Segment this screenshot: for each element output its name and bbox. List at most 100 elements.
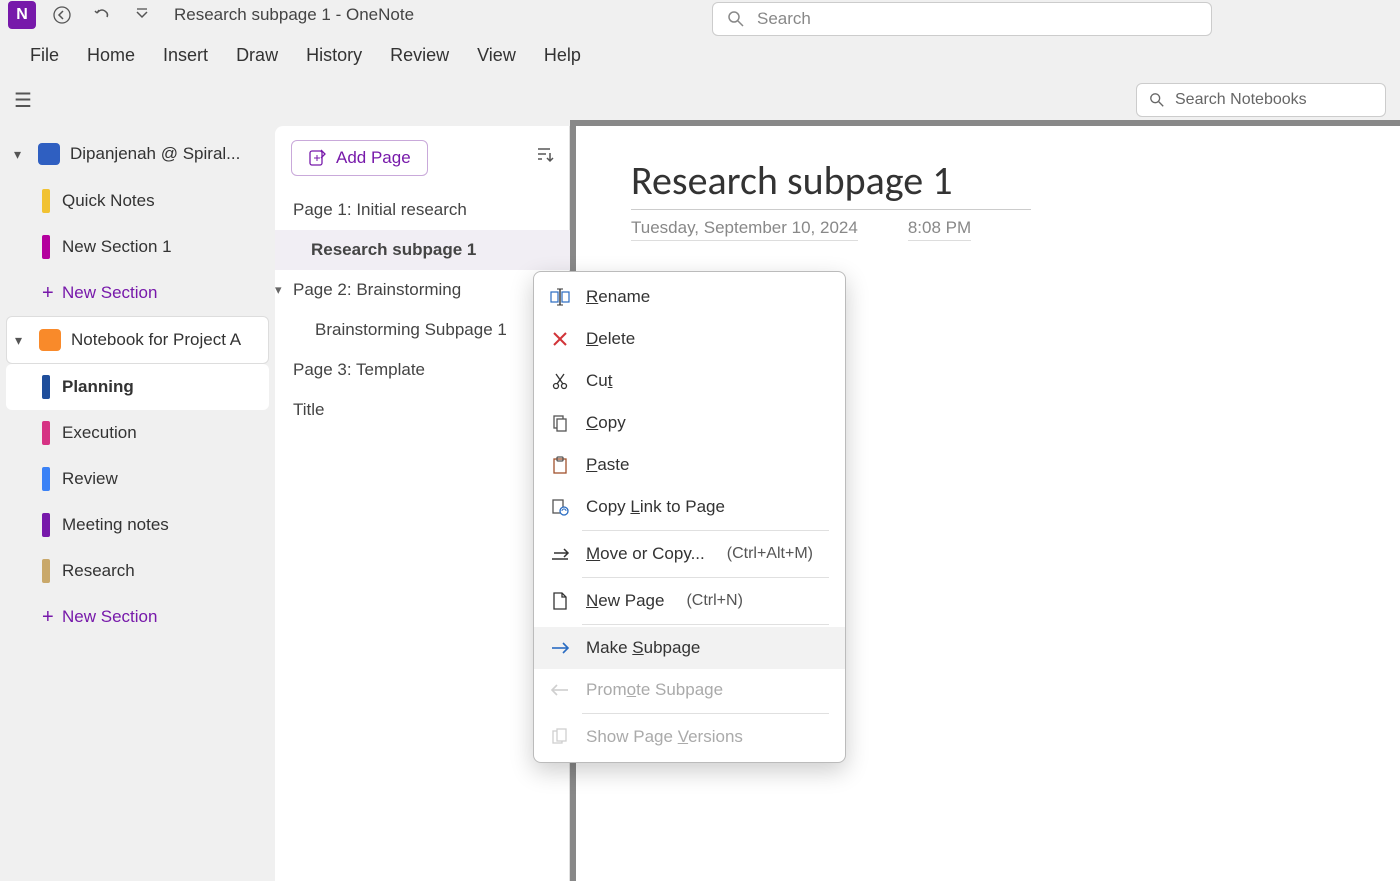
app-icon: N bbox=[8, 1, 36, 29]
add-page-label: Add Page bbox=[336, 148, 411, 168]
newpage-icon bbox=[550, 591, 570, 611]
menu-history[interactable]: History bbox=[306, 45, 362, 66]
context-menu-shortcut: (Ctrl+Alt+M) bbox=[727, 545, 813, 563]
new-section-label: New Section bbox=[62, 607, 157, 627]
menu-view[interactable]: View bbox=[477, 45, 516, 66]
global-search[interactable]: Search bbox=[712, 2, 1212, 36]
notebook-item[interactable]: ▾ Notebook for Project A bbox=[6, 316, 269, 364]
context-menu-label: Delete bbox=[586, 329, 635, 349]
context-menu-item: Show Page Versions bbox=[534, 716, 845, 758]
page-date[interactable]: Tuesday, September 10, 2024 bbox=[631, 218, 858, 241]
context-menu: Rename Delete Cut Copy Paste Copy Link to Pag… bbox=[533, 271, 846, 763]
section-item[interactable]: Meeting notes bbox=[6, 502, 269, 548]
search-notebooks-placeholder: Search Notebooks bbox=[1175, 91, 1307, 109]
global-search-placeholder: Search bbox=[757, 9, 811, 29]
section-item[interactable]: New Section 1 bbox=[6, 224, 269, 270]
page-item[interactable]: Research subpage 1 bbox=[275, 230, 570, 270]
section-item[interactable]: Quick Notes bbox=[6, 178, 269, 224]
context-menu-shortcut: (Ctrl+N) bbox=[686, 592, 742, 610]
copy-icon bbox=[550, 413, 570, 433]
notebook-item[interactable]: ▾ Dipanjenah @ Spiral... bbox=[6, 130, 269, 178]
add-page-icon bbox=[308, 149, 326, 167]
section-item[interactable]: Research bbox=[6, 548, 269, 594]
section-item[interactable]: Execution bbox=[6, 410, 269, 456]
menu-help[interactable]: Help bbox=[544, 45, 581, 66]
context-menu-label: Copy Link to Page bbox=[586, 497, 725, 517]
section-color-tab bbox=[42, 513, 50, 537]
context-menu-label: Copy bbox=[586, 413, 626, 433]
context-menu-separator bbox=[582, 530, 829, 531]
section-color-tab bbox=[42, 235, 50, 259]
section-color-tab bbox=[42, 189, 50, 213]
context-menu-separator bbox=[582, 577, 829, 578]
undo-button[interactable] bbox=[88, 1, 116, 29]
context-menu-separator bbox=[582, 713, 829, 714]
menu-file[interactable]: File bbox=[30, 45, 59, 66]
menu-draw[interactable]: Draw bbox=[236, 45, 278, 66]
page-item[interactable]: ▾ Page 2: Brainstorming bbox=[275, 270, 570, 310]
page-list-panel: Add Page Page 1: Initial research Resear… bbox=[275, 126, 570, 881]
context-menu-label: Cut bbox=[586, 371, 612, 391]
new-section-button[interactable]: + New Section bbox=[6, 270, 269, 316]
notebook-sidebar: ▾ Dipanjenah @ Spiral... Quick Notes New… bbox=[0, 120, 275, 881]
notebook-label: Notebook for Project A bbox=[71, 330, 241, 350]
sort-icon bbox=[534, 145, 554, 165]
section-label: Meeting notes bbox=[62, 515, 169, 535]
context-menu-item[interactable]: Make Subpage bbox=[534, 627, 845, 669]
page-item-label: Page 2: Brainstorming bbox=[293, 280, 461, 299]
context-menu-label: Rename bbox=[586, 287, 650, 307]
delete-icon bbox=[550, 329, 570, 349]
section-item[interactable]: Planning bbox=[6, 364, 269, 410]
context-menu-separator bbox=[582, 624, 829, 625]
menu-insert[interactable]: Insert bbox=[163, 45, 208, 66]
context-menu-item[interactable]: Cut bbox=[534, 360, 845, 402]
titlebar: N Research subpage 1 - OneNote Search bbox=[0, 0, 1400, 30]
menu-home[interactable]: Home bbox=[87, 45, 135, 66]
menu-review[interactable]: Review bbox=[390, 45, 449, 66]
new-section-label: New Section bbox=[62, 283, 157, 303]
page-item[interactable]: Brainstorming Subpage 1 bbox=[275, 310, 570, 350]
hamburger-button[interactable]: ☰ bbox=[14, 88, 32, 113]
context-menu-item[interactable]: New Page (Ctrl+N) bbox=[534, 580, 845, 622]
section-label: Research bbox=[62, 561, 135, 581]
section-color-tab bbox=[42, 559, 50, 583]
section-color-tab bbox=[42, 421, 50, 445]
page-meta: Tuesday, September 10, 2024 8:08 PM bbox=[631, 218, 1400, 241]
add-page-button[interactable]: Add Page bbox=[291, 140, 428, 176]
context-menu-label: New Page bbox=[586, 591, 664, 611]
link-icon bbox=[550, 497, 570, 517]
context-menu-item[interactable]: Paste bbox=[534, 444, 845, 486]
section-color-tab bbox=[42, 467, 50, 491]
page-title[interactable]: Research subpage 1 bbox=[631, 156, 1031, 210]
customize-qat-button[interactable] bbox=[128, 1, 156, 29]
rename-icon bbox=[550, 287, 570, 307]
context-menu-item[interactable]: Move or Copy...(Ctrl+Alt+M) bbox=[534, 533, 845, 575]
chevron-down-icon: ▾ bbox=[14, 146, 28, 163]
context-menu-label: Paste bbox=[586, 455, 629, 475]
context-menu-item[interactable]: Rename bbox=[534, 276, 845, 318]
context-menu-item[interactable]: Delete bbox=[534, 318, 845, 360]
promote-icon bbox=[550, 680, 570, 700]
context-menu-item[interactable]: Copy bbox=[534, 402, 845, 444]
page-item[interactable]: Page 3: Template bbox=[275, 350, 570, 390]
section-label: New Section 1 bbox=[62, 237, 172, 257]
context-menu-label: Show Page Versions bbox=[586, 727, 743, 747]
context-menu-item[interactable]: Copy Link to Page bbox=[534, 486, 845, 528]
search-notebooks[interactable]: Search Notebooks bbox=[1136, 83, 1386, 117]
notebook-label: Dipanjenah @ Spiral... bbox=[70, 144, 240, 164]
back-button[interactable] bbox=[48, 1, 76, 29]
page-item[interactable]: Page 1: Initial research bbox=[275, 190, 570, 230]
section-label: Execution bbox=[62, 423, 137, 443]
chevron-down-icon: ▾ bbox=[275, 282, 282, 298]
search-icon bbox=[727, 10, 745, 28]
context-menu-label: Make Subpage bbox=[586, 638, 700, 658]
page-item[interactable]: Title bbox=[275, 390, 570, 430]
subpage-icon bbox=[550, 638, 570, 658]
context-menu-item: Promote Subpage bbox=[534, 669, 845, 711]
page-time[interactable]: 8:08 PM bbox=[908, 218, 971, 241]
sort-pages-button[interactable] bbox=[534, 145, 554, 171]
context-menu-label: Promote Subpage bbox=[586, 680, 723, 700]
section-item[interactable]: Review bbox=[6, 456, 269, 502]
menubar: File Home Insert Draw History Review Vie… bbox=[0, 30, 1400, 80]
new-section-button[interactable]: + New Section bbox=[6, 594, 269, 640]
